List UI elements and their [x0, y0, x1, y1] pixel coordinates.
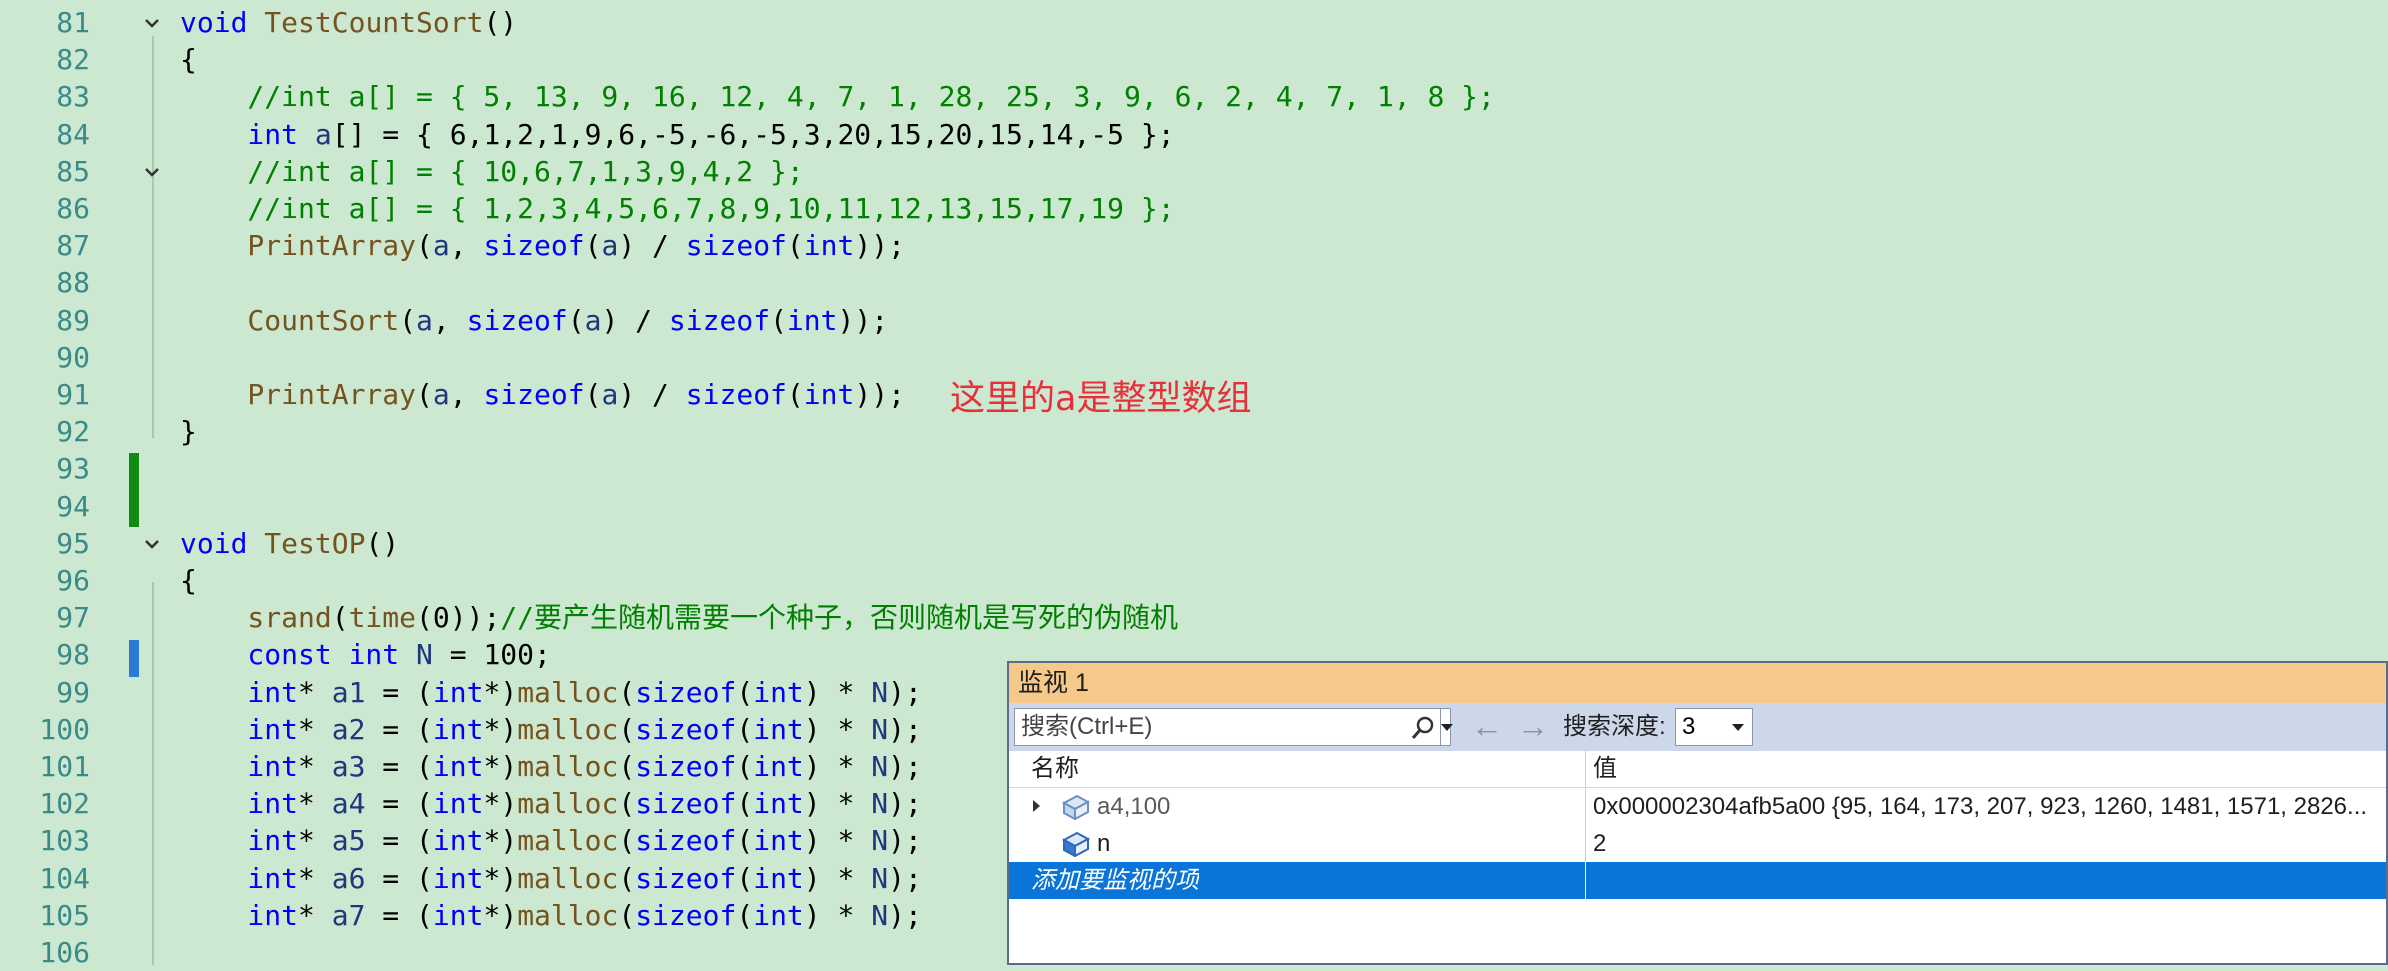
code-line[interactable]: 94 [0, 488, 2388, 525]
line-number: 90 [56, 340, 90, 374]
code-line[interactable]: 95 void TestOP() [0, 525, 2388, 562]
code-text: srand(time(0));//要产生随机需要一个种子，否则随机是写死的伪随机 [180, 601, 1179, 635]
line-number: 94 [56, 489, 90, 523]
line-number: 100 [39, 712, 90, 746]
code-text: int* a6 = (int*)malloc(sizeof(int) * N); [180, 861, 922, 895]
add-watch-item[interactable]: 添加要监视的项 [1031, 862, 1199, 899]
line-number: 86 [56, 192, 90, 225]
column-divider[interactable] [1585, 751, 1586, 787]
column-divider [1585, 825, 1586, 862]
code-line[interactable]: 81 void TestCountSort() [0, 4, 2388, 41]
code-text: PrintArray(a, sizeof(a) / sizeof(int)); [180, 378, 905, 411]
line-number: 101 [39, 750, 90, 783]
watch-window[interactable]: 监视 1 搜索(Ctrl+E) ← → 搜索深度: 3 名称 值 a4,100 … [1007, 661, 2388, 965]
code-line[interactable]: 97 srand(time(0));//要产生随机需要一个种子，否则随机是写死的… [0, 599, 2388, 636]
watch-toolbar: 搜索(Ctrl+E) ← → 搜索深度: 3 [1009, 703, 2386, 751]
line-number: 81 [56, 6, 90, 39]
line-number: 85 [56, 154, 90, 188]
column-header-value[interactable]: 值 [1593, 751, 1617, 787]
fold-chevron-icon[interactable] [141, 533, 163, 555]
column-divider [1585, 788, 1586, 825]
code-line[interactable]: 86 //int a[] = { 1,2,3,4,5,6,7,8,9,10,11… [0, 190, 2388, 227]
code-line[interactable]: 83 //int a[] = { 5, 13, 9, 16, 12, 4, 7,… [0, 78, 2388, 115]
code-text: void TestOP() [180, 526, 400, 560]
code-line[interactable]: 84 int a[] = { 6,1,2,1,9,6,-5,-6,-5,3,20… [0, 116, 2388, 153]
code-line[interactable]: 90 [0, 339, 2388, 376]
watch-header: 名称 值 [1009, 751, 2386, 788]
code-text: int* a4 = (int*)malloc(sizeof(int) * N); [180, 787, 922, 821]
code-line[interactable]: 87 PrintArray(a, sizeof(a) / sizeof(int)… [0, 227, 2388, 264]
search-input[interactable]: 搜索(Ctrl+E) [1014, 708, 1453, 746]
code-text: int* a3 = (int*)malloc(sizeof(int) * N); [180, 750, 922, 783]
line-number: 89 [56, 303, 90, 337]
line-number: 82 [56, 43, 90, 77]
variable-icon [1061, 831, 1091, 857]
line-number: 88 [56, 266, 90, 300]
add-watch-row[interactable]: 添加要监视的项 [1009, 862, 2386, 899]
line-number: 83 [56, 80, 90, 114]
code-text: //int a[] = { 5, 13, 9, 16, 12, 4, 7, 1,… [180, 80, 1495, 114]
expand-arrow-icon[interactable] [1033, 800, 1040, 812]
watch-row[interactable]: a4,100 0x000002304afb5a00 {95, 164, 173,… [1009, 788, 2386, 825]
line-number: 103 [39, 824, 90, 858]
code-line[interactable]: 96 { [0, 562, 2388, 599]
code-text: int* a7 = (int*)malloc(sizeof(int) * N); [180, 898, 922, 932]
code-line[interactable]: 89 CountSort(a, sizeof(a) / sizeof(int))… [0, 302, 2388, 339]
line-number: 105 [39, 898, 90, 932]
back-arrow-icon[interactable]: ← [1471, 709, 1503, 743]
code-text: //int a[] = { 10,6,7,1,3,9,4,2 }; [180, 154, 804, 188]
search-placeholder: 搜索(Ctrl+E) [1021, 713, 1153, 740]
line-number: 84 [56, 117, 90, 151]
column-divider [1585, 862, 1586, 899]
code-text: PrintArray(a, sizeof(a) / sizeof(int)); [180, 229, 905, 263]
watch-row[interactable]: n 2 [1009, 825, 2386, 862]
code-text: //int a[] = { 1,2,3,4,5,6,7,8,9,10,11,12… [180, 192, 1175, 225]
line-number: 106 [39, 936, 90, 969]
line-number: 93 [56, 452, 90, 486]
code-text: int* a2 = (int*)malloc(sizeof(int) * N); [180, 712, 922, 746]
column-header-name[interactable]: 名称 [1031, 751, 1079, 787]
line-number: 104 [39, 861, 90, 895]
fold-chevron-icon[interactable] [141, 12, 163, 34]
code-text: { [180, 43, 197, 77]
line-number: 97 [56, 601, 90, 635]
search-icon[interactable] [1410, 715, 1436, 741]
line-number: 99 [56, 675, 90, 709]
forward-arrow-icon[interactable]: → [1517, 709, 1549, 743]
code-text: int* a5 = (int*)malloc(sizeof(int) * N); [180, 824, 922, 858]
annotation-text: 这里的a是整型数组 [950, 379, 1252, 419]
watch-value[interactable]: 2 [1593, 825, 1606, 862]
watch-value[interactable]: 0x000002304afb5a00 {95, 164, 173, 207, 9… [1593, 788, 2383, 825]
line-number: 91 [56, 378, 90, 411]
line-number: 92 [56, 415, 90, 449]
code-text: int* a1 = (int*)malloc(sizeof(int) * N); [180, 675, 922, 709]
variable-icon [1061, 794, 1091, 820]
watch-name: n [1097, 830, 1111, 857]
code-line[interactable]: 93 [0, 450, 2388, 487]
code-line[interactable]: 88 [0, 264, 2388, 301]
line-number: 96 [56, 564, 90, 597]
code-text: void TestCountSort() [180, 6, 518, 39]
search-depth-value: 3 [1682, 713, 1696, 740]
search-depth-label: 搜索深度: [1563, 713, 1666, 740]
line-number: 87 [56, 229, 90, 263]
line-number: 95 [56, 526, 90, 560]
line-number: 102 [39, 787, 90, 821]
code-line[interactable]: 82 { [0, 41, 2388, 78]
chevron-down-icon [1441, 724, 1453, 731]
code-text: CountSort(a, sizeof(a) / sizeof(int)); [180, 303, 889, 337]
code-text: const int N = 100; [180, 638, 551, 672]
watch-name: a4,100 [1097, 793, 1171, 820]
chevron-down-icon [1732, 724, 1744, 731]
watch-title[interactable]: 监视 1 [1009, 663, 2386, 703]
fold-chevron-icon[interactable] [141, 161, 163, 183]
code-text: int a[] = { 6,1,2,1,9,6,-5,-6,-5,3,20,15… [180, 117, 1175, 151]
search-dropdown-button[interactable] [1440, 709, 1453, 745]
code-line[interactable]: 85 //int a[] = { 10,6,7,1,3,9,4,2 }; [0, 153, 2388, 190]
line-number: 98 [56, 638, 90, 672]
code-text: { [180, 564, 197, 597]
code-text: } [180, 415, 197, 449]
search-depth-select[interactable]: 3 [1675, 708, 1753, 746]
